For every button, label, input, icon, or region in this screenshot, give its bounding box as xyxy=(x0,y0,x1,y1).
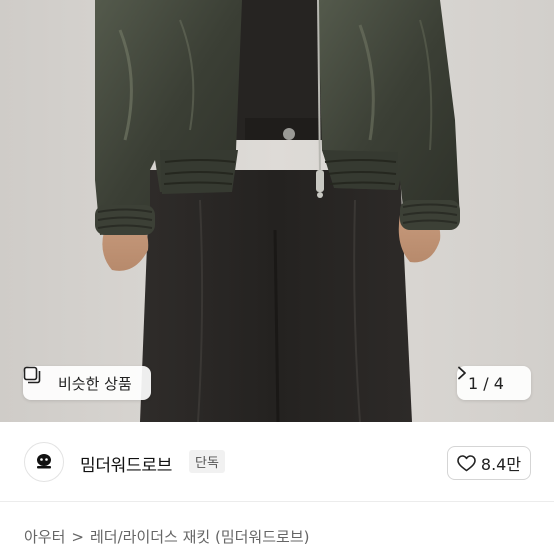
similar-items-label: 비슷한 상품 xyxy=(58,374,132,393)
like-count: 8.4만 xyxy=(480,455,522,474)
breadcrumb-separator: > xyxy=(71,527,84,546)
heart-icon xyxy=(457,454,476,472)
similar-items-button[interactable]: 비슷한 상품 xyxy=(23,366,151,400)
product-image[interactable]: 비슷한 상품 1 / 4 xyxy=(0,0,554,422)
breadcrumb-category[interactable]: 아우터 xyxy=(24,526,65,547)
image-pager[interactable]: 1 / 4 xyxy=(457,366,531,400)
exclusive-badge: 단독 xyxy=(189,450,225,473)
breadcrumb-subcategory[interactable]: 레더/라이더스 재킷 (밈더워드로브) xyxy=(90,526,310,547)
breadcrumb: 아우터 > 레더/라이더스 재킷 (밈더워드로브) xyxy=(24,526,309,547)
store-logo[interactable] xyxy=(24,442,64,482)
like-button[interactable]: 8.4만 xyxy=(447,446,531,480)
pager-text: 1 / 4 xyxy=(468,373,504,393)
product-page: 비슷한 상품 1 / 4 밈더워드로브 단독 8.4만 아우터 > 레더/라이더… xyxy=(0,0,554,554)
store-logo-icon xyxy=(37,454,51,469)
similar-items-icon xyxy=(23,366,51,392)
chevron-right-icon[interactable] xyxy=(458,366,520,390)
product-photo xyxy=(0,0,554,422)
store-name[interactable]: 밈더워드로브 xyxy=(80,451,172,476)
store-info-row: 밈더워드로브 단독 8.4만 xyxy=(0,422,554,502)
